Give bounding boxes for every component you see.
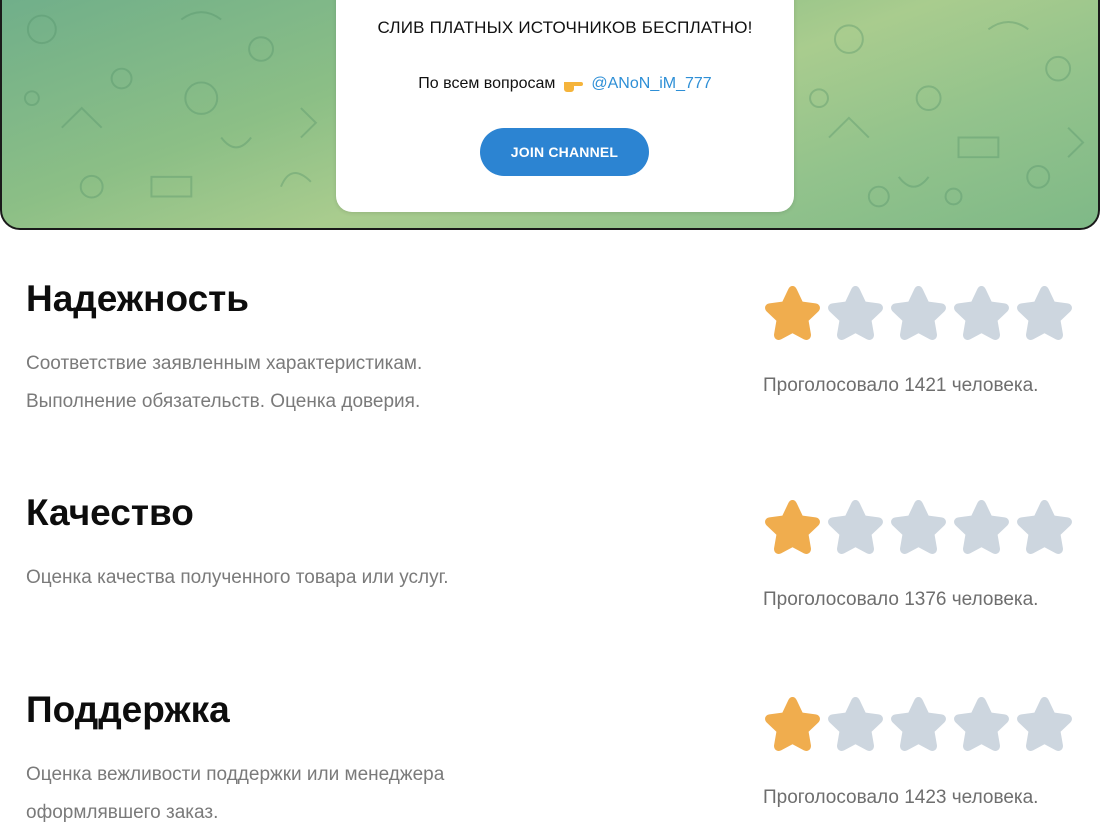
rating-description: Оценка качества полученного товара или у… xyxy=(26,559,546,597)
star-empty-icon[interactable] xyxy=(826,496,885,555)
votes-count: Проголосовало 1421 человека. xyxy=(763,375,1039,396)
star-empty-icon[interactable] xyxy=(1015,496,1074,555)
contact-handle-link[interactable]: @ANoN_iM_777 xyxy=(591,75,711,93)
rating-description-line: Оценка вежливости поддержки или менеджер… xyxy=(26,764,445,785)
channel-headline: СЛИВ ПЛАТНЫХ ИСТОЧНИКОВ БЕСПЛАТНО! xyxy=(377,18,753,37)
rating-description: Соответствие заявленным характеристикам.… xyxy=(26,345,546,421)
star-empty-icon[interactable] xyxy=(1015,282,1074,341)
star-empty-icon[interactable] xyxy=(826,282,885,341)
rating-description-line: Соответствие заявленным характеристикам. xyxy=(26,353,423,374)
star-empty-icon[interactable] xyxy=(889,496,948,555)
pointing-hand-icon xyxy=(564,82,584,92)
rating-description-line: оформлявшего заказ. xyxy=(26,802,219,823)
star-empty-icon[interactable] xyxy=(952,496,1011,555)
star-rating[interactable] xyxy=(763,282,1074,341)
rating-title: Поддержка xyxy=(26,689,230,730)
star-filled-icon[interactable] xyxy=(763,282,822,341)
star-empty-icon[interactable] xyxy=(889,693,948,752)
channel-banner: СЛИВ ПЛАТНЫХ ИСТОЧНИКОВ БЕСПЛАТНО! По вс… xyxy=(0,0,1100,230)
star-rating[interactable] xyxy=(763,496,1074,555)
star-empty-icon[interactable] xyxy=(889,282,948,341)
star-rating[interactable] xyxy=(763,693,1074,752)
star-empty-icon[interactable] xyxy=(952,693,1011,752)
rating-description-line: Оценка качества полученного товара или у… xyxy=(26,567,449,588)
contact-prefix: По всем вопросам xyxy=(418,75,556,92)
star-empty-icon[interactable] xyxy=(826,693,885,752)
star-filled-icon[interactable] xyxy=(763,693,822,752)
votes-count: Проголосовало 1376 человека. xyxy=(763,589,1039,610)
rating-title: Надежность xyxy=(26,278,250,319)
join-channel-button[interactable]: JOIN CHANNEL xyxy=(480,128,649,176)
channel-card: СЛИВ ПЛАТНЫХ ИСТОЧНИКОВ БЕСПЛАТНО! По вс… xyxy=(336,0,794,212)
contact-line: По всем вопросам @ANoN_iM_777 xyxy=(336,75,794,93)
star-empty-icon[interactable] xyxy=(952,282,1011,341)
rating-title: Качество xyxy=(26,492,194,533)
rating-description: Оценка вежливости поддержки или менеджер… xyxy=(26,756,546,832)
votes-count: Проголосовало 1423 человека. xyxy=(763,787,1039,808)
star-filled-icon[interactable] xyxy=(763,496,822,555)
rating-description-line: Выполнение обязательств. Оценка доверия. xyxy=(26,391,421,412)
star-empty-icon[interactable] xyxy=(1015,693,1074,752)
